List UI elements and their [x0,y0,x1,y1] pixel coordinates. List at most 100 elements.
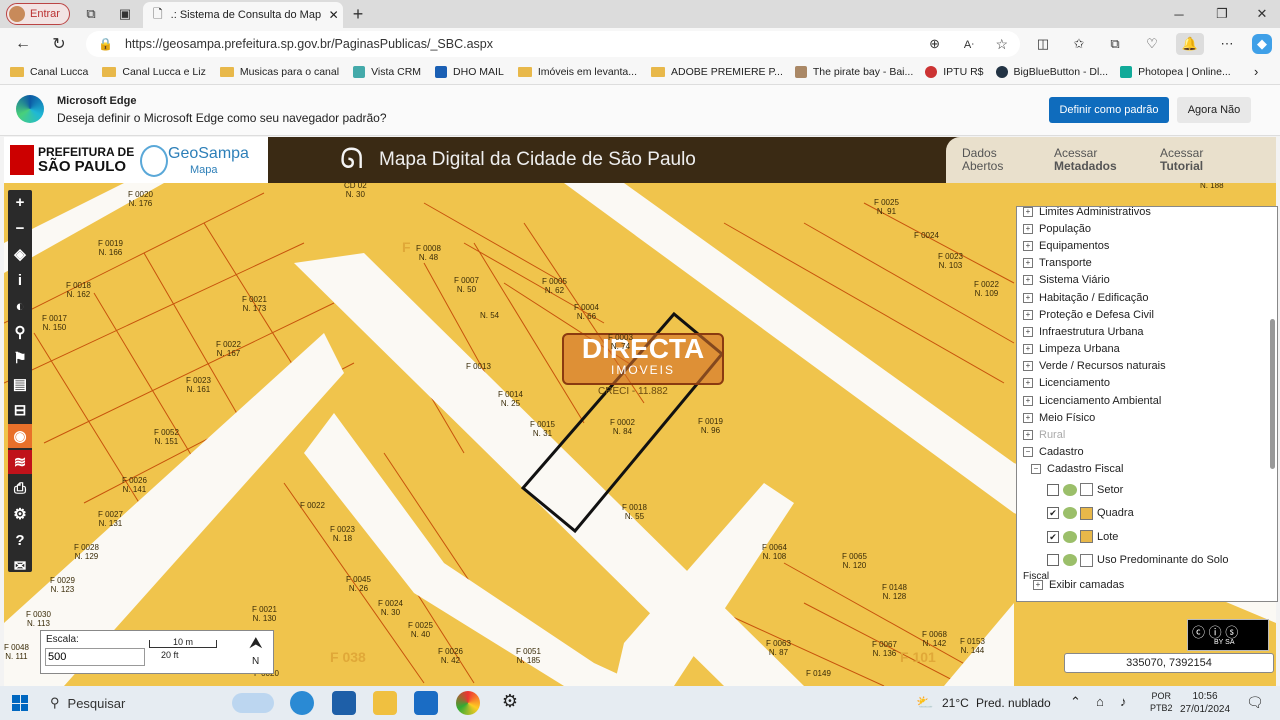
measure-icon[interactable]: ⊟ [8,398,32,422]
help-icon[interactable]: ? [8,528,32,552]
checkbox[interactable]: ✔ [1047,507,1059,520]
pizza-icon[interactable]: ◉ [8,424,32,448]
layer-checkbox-row[interactable]: ✔ Lote [1017,525,1277,549]
layer-checkbox-row[interactable]: ✔ Quadra [1017,502,1277,526]
checkbox[interactable]: ✔ [1047,530,1059,543]
save-icon[interactable]: ▤ [8,372,32,396]
tab-active[interactable]: 🗋 .: Sistema de Consulta do Mapa D ✕ [143,2,343,28]
copilot-icon[interactable]: ◆ [1252,34,1272,54]
zoom-in-icon[interactable]: + [8,190,32,214]
layer-checkbox-row[interactable]: Uso Predominante do Solo [1017,549,1277,573]
info-icon[interactable]: i [8,268,32,292]
read-aloud-icon[interactable]: Aᐧ [964,38,974,51]
identify-icon[interactable]: ◐ [8,294,32,318]
store-icon[interactable] [332,691,356,715]
layer-group-item[interactable]: + Licenciamento Ambiental [1017,392,1277,409]
favorite-star-icon[interactable]: ☆ [995,36,1008,53]
notification-center-icon[interactable]: 🗨 [1246,694,1264,711]
back-icon[interactable]: ← [14,35,32,53]
folder-icon [10,67,24,77]
layer-group-item[interactable]: + Proteção e Defesa Civil [1017,306,1277,323]
more-icon[interactable]: ⋯ [1218,35,1236,53]
workspaces-icon[interactable]: ⧉ [82,5,100,23]
new-tab-icon[interactable]: + [349,4,367,24]
layer-group-item[interactable]: + População [1017,220,1277,237]
volume-icon[interactable]: ♪ [1120,694,1127,709]
bookmark-item[interactable]: Canal Lucca [10,66,88,78]
layers-icon[interactable]: ◈ [8,242,32,266]
layer-group-item[interactable]: + Habitação / Edificação [1017,289,1277,306]
layer-group-item[interactable]: + Transporte [1017,255,1277,272]
settings-taskbar-icon[interactable]: ⚙ [498,691,522,715]
chrome-icon[interactable] [456,691,480,715]
favorites-icon[interactable]: ✩ [1070,35,1088,53]
split-screen-icon[interactable]: ◫ [1034,35,1052,53]
lot-label: F 0020 N. 176 [128,190,153,208]
bookmark-item[interactable]: ADOBE PREMIERE P... [651,66,783,78]
notifications-icon[interactable]: 🔔 [1176,33,1204,55]
tray-chevron-icon[interactable]: ⌃ [1070,694,1081,710]
link-metadados[interactable]: Acessar Metadados [1054,147,1117,173]
search-icon[interactable]: ⚲ [8,320,32,344]
print-icon[interactable]: ⎙ [8,476,32,500]
layer-group-item[interactable]: + Licenciamento [1017,375,1277,392]
refresh-icon[interactable]: ↻ [50,35,68,53]
profile-button[interactable]: Entrar [6,3,70,25]
checkbox[interactable] [1047,554,1059,567]
network-icon[interactable]: ⌂ [1096,694,1104,709]
file-explorer-icon[interactable] [373,691,397,715]
lot-label: F 0067 N. 136 [872,640,897,658]
extensions-icon[interactable]: ♡ [1143,35,1161,53]
bookmark-item[interactable]: The pirate bay - Bai... [794,66,913,78]
edge-taskbar-icon[interactable] [290,691,314,715]
layer-group-item[interactable]: + Equipamentos [1017,237,1277,254]
bookmark-item[interactable]: Vista CRM [353,66,421,78]
layer-group-item[interactable]: + Limites Administrativos [1017,207,1277,220]
bookmark-item[interactable]: Imóveis em levanta... [517,66,637,78]
address-bar[interactable]: 🔒 https://geosampa.prefeitura.sp.gov.br/… [86,31,1020,57]
close-tab-icon[interactable]: ✕ [329,8,339,22]
heat-icon[interactable]: ≋ [8,450,32,474]
mail-icon[interactable]: ✉ [8,554,32,578]
link-dados-abertos[interactable]: Dados Abertos [962,147,1003,173]
link-tutorial[interactable]: Acessar Tutorial [1160,147,1203,173]
layer-subgroup[interactable]: − Cadastro Fiscal [1017,461,1277,478]
maximize-icon[interactable]: ❐ [1213,5,1231,23]
layer-group-item[interactable]: + Rural [1017,426,1277,443]
bookmark-item[interactable]: Photopea | Online... [1120,66,1231,78]
bookmark-item[interactable]: Musicas para o canal [219,66,339,78]
not-now-button[interactable]: Agora Não [1177,97,1251,123]
chevron-right-icon[interactable]: › [1254,64,1258,79]
weather-text[interactable]: Pred. nublado [976,696,1051,710]
settings-icon[interactable]: ⚙ [8,502,32,526]
show-layers-button[interactable]: + Exibir camadas [1033,579,1124,591]
close-window-icon[interactable]: ✕ [1253,5,1271,23]
layer-group-item[interactable]: + Sistema Viário [1017,272,1277,289]
scale-input[interactable] [45,648,145,666]
bookmark-item[interactable]: DHO MAIL [435,66,504,78]
windows-start-icon[interactable] [12,695,28,711]
panel-scrollbar[interactable] [1270,319,1275,469]
layer-group-item[interactable]: + Meio Físico [1017,409,1277,426]
layer-checkbox-row[interactable]: Setor [1017,478,1277,502]
layer-group-item[interactable]: − Cadastro [1017,444,1277,461]
weather-temp[interactable]: 21°C [942,696,969,710]
bookmark-item[interactable]: BigBlueButton - Dl... [995,66,1108,78]
bookmark-item[interactable]: IPTU R$ [925,66,984,78]
checkbox[interactable] [1047,483,1059,496]
tab-actions-icon[interactable]: ▣ [116,5,134,23]
zoom-out-icon[interactable]: − [8,216,32,240]
layer-group-item[interactable]: + Verde / Recursos naturais [1017,358,1277,375]
language-indicator[interactable]: POR PTB2 [1150,690,1173,714]
minimize-icon[interactable]: ─ [1170,5,1188,23]
bookmark-item[interactable]: Canal Lucca e Liz [102,66,206,78]
clock[interactable]: 10:56 27/01/2024 [1180,690,1230,716]
set-default-button[interactable]: Definir como padrão [1049,97,1169,123]
route-icon[interactable]: ⚑ [8,346,32,370]
taskbar-search[interactable]: ⚲ Pesquisar [44,690,274,716]
zoom-icon[interactable]: ⊕ [929,36,940,52]
layer-group-item[interactable]: + Infraestrutura Urbana [1017,323,1277,340]
mail-taskbar-icon[interactable] [414,691,438,715]
collections-icon[interactable]: ⧉ [1106,35,1124,53]
layer-group-item[interactable]: + Limpeza Urbana [1017,341,1277,358]
